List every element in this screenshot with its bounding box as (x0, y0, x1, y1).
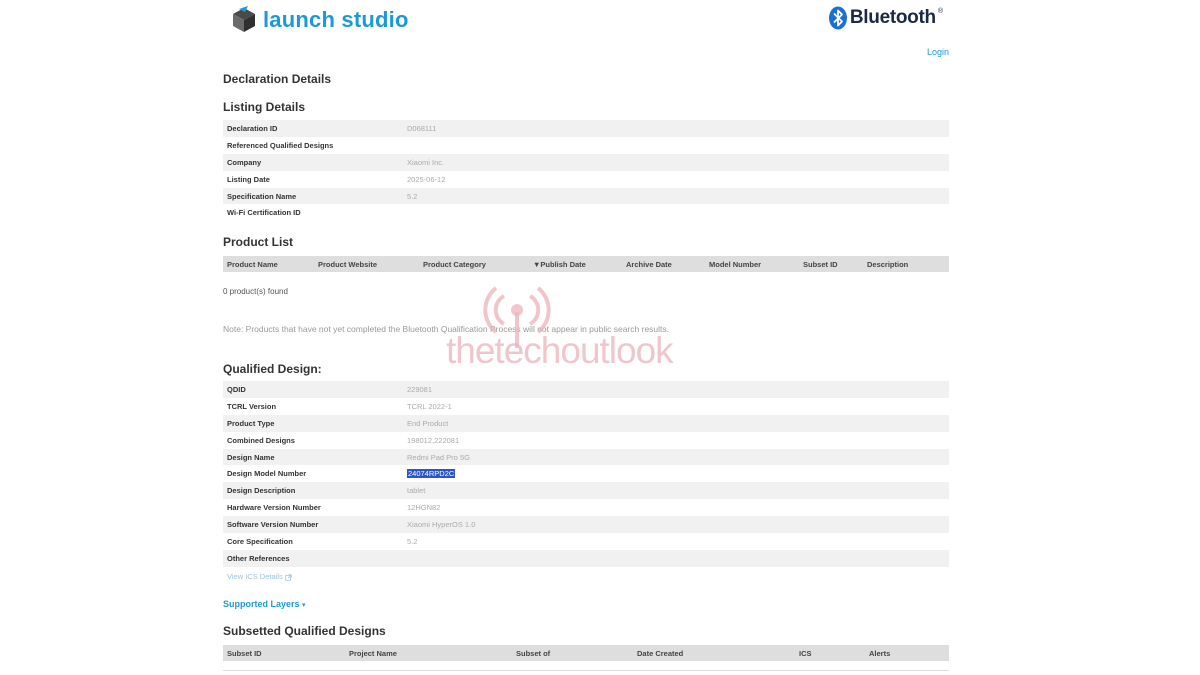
listing-details-table: Declaration ID D068111 Referenced Qualifie… (223, 120, 949, 221)
row-value: tablet (403, 482, 949, 500)
product-list-note: Note: Products that have not yet complet… (223, 324, 670, 334)
bluetooth-trademark: ® (937, 8, 943, 15)
highlighted-value[interactable]: 24074RPD2C (407, 469, 456, 479)
row-value: 229081 (403, 381, 949, 398)
supported-layers-label: Supported Layers (223, 599, 300, 609)
row-value: Xiaomi Inc. (403, 153, 949, 171)
row-label: Design Name (223, 448, 403, 466)
row-label: Product Type (223, 414, 403, 432)
divider (223, 670, 949, 671)
product-list-heading: Product List (223, 235, 294, 249)
table-row: Listing Date 2025-06-12 (223, 171, 949, 188)
logo-text: launch studio (263, 7, 409, 32)
site-header: launch studio Bluetooth ® Login (223, 0, 949, 57)
row-label: QDID (223, 381, 403, 398)
column-header[interactable]: Product Name (227, 260, 278, 269)
bluetooth-wordmark: Bluetooth (849, 7, 936, 28)
external-link-icon (285, 573, 292, 581)
table-row: Other References (223, 549, 949, 567)
column-header[interactable]: Product Website (318, 260, 377, 269)
column-header: Project Name (349, 649, 397, 658)
column-header[interactable]: ▼Publish Date (533, 260, 586, 269)
row-value: End Product (403, 414, 949, 432)
column-header: Date Created (637, 649, 684, 658)
launch-studio-logo[interactable]: launch studio (231, 6, 409, 34)
row-label: Design Description (223, 482, 403, 500)
row-label: Company (223, 153, 403, 171)
broadcast-tower-icon (483, 286, 551, 348)
row-label: Wi-Fi Certification ID (227, 208, 301, 218)
watermark-text: thetechoutlook (446, 330, 674, 371)
table-row: Design Name Redmi Pad Pro 5G (223, 448, 949, 466)
bluetooth-logo: Bluetooth ® (828, 6, 943, 30)
bluetooth-icon (828, 6, 847, 30)
column-header[interactable]: Subset ID (803, 260, 838, 269)
row-label: Listing Date (227, 174, 270, 184)
row-value (403, 549, 949, 567)
column-header: Subset ID (227, 649, 262, 658)
supported-layers-toggle[interactable]: Supported Layers ▾ (223, 599, 306, 609)
column-header[interactable]: Description (867, 260, 908, 269)
listing-details-heading: Listing Details (223, 100, 306, 114)
table-row: Combined Designs 198012,222081 (223, 432, 949, 449)
row-label: TCRL Version (227, 401, 277, 411)
row-value (403, 137, 949, 154)
table-row: Hardware Version Number 12HGN82 (223, 499, 949, 516)
row-value: Redmi Pad Pro 5G (403, 448, 949, 466)
table-row: Core Specification 5.2 (223, 533, 949, 550)
row-value: 5.2 (403, 187, 949, 205)
view-ics-details-link[interactable]: View ICS Details (227, 572, 292, 581)
table-row: Company Xiaomi Inc. (223, 153, 949, 171)
table-row: Declaration ID D068111 (223, 120, 949, 137)
table-row: Product Type End Product (223, 414, 949, 432)
page-title: Declaration Details (223, 72, 332, 86)
declaration-page: launch studio Bluetooth ® Login Declarat… (223, 0, 949, 671)
subsetted-designs-header-row: Subset ID Project Name Subset of Date Creat… (223, 645, 949, 661)
table-row: TCRL Version TCRL 2022-1 (223, 398, 949, 415)
table-row: Wi-Fi Certification ID (223, 204, 949, 221)
row-label: Specification Name (223, 187, 403, 205)
qualified-design-table: QDID 229081 TCRL Version TCRL 2022-1 Product… (223, 381, 949, 567)
qualified-design-heading: Qualified Design: (223, 362, 322, 376)
row-value: 2025-06-12 (407, 174, 446, 184)
products-found-text: 0 product(s) found (223, 287, 288, 296)
table-row: Specification Name 5.2 (223, 187, 949, 205)
caret-down-icon: ▾ (302, 602, 306, 609)
row-value: 12HGN82 (407, 503, 441, 513)
table-row: Design Description tablet (223, 482, 949, 500)
row-label: Core Specification (227, 536, 293, 546)
login-link[interactable]: Login (927, 47, 949, 57)
row-value: TCRL 2022-1 (407, 401, 452, 411)
row-value: 24074RPD2C (403, 465, 949, 482)
row-value: 198012,222081 (407, 435, 460, 445)
row-label: Referenced Qualified Designs (227, 140, 334, 150)
table-row: QDID 229081 (223, 381, 949, 398)
row-value: Xiaomi HyperOS 1.0 (403, 516, 949, 534)
view-ics-details-label: View ICS Details (227, 572, 283, 581)
column-header: ICS (799, 649, 812, 658)
table-row: Referenced Qualified Designs (223, 137, 949, 154)
row-label: Software Version Number (223, 516, 403, 534)
row-value (403, 204, 949, 221)
row-label: Combined Designs (227, 435, 295, 445)
table-row: Software Version Number Xiaomi HyperOS 1.… (223, 516, 949, 534)
row-label: Other References (223, 549, 403, 567)
column-header: Subset of (516, 649, 551, 658)
subsetted-designs-heading: Subsetted Qualified Designs (223, 624, 386, 638)
row-label: Hardware Version Number (227, 503, 321, 513)
row-value: 5.2 (407, 536, 418, 546)
column-header: Alerts (869, 649, 891, 658)
product-list-header-row: Product Name Product Website Product Categ… (223, 256, 949, 272)
launch-studio-logo-icon (233, 6, 255, 32)
column-header[interactable]: Model Number (709, 260, 761, 269)
row-label: Declaration ID (223, 120, 403, 137)
table-row: Design Model Number 24074RPD2C (223, 465, 949, 482)
column-header[interactable]: Archive Date (626, 260, 672, 269)
row-value: D068111 (403, 120, 949, 137)
column-header[interactable]: Product Category (423, 260, 486, 269)
row-label: Design Model Number (227, 469, 307, 479)
